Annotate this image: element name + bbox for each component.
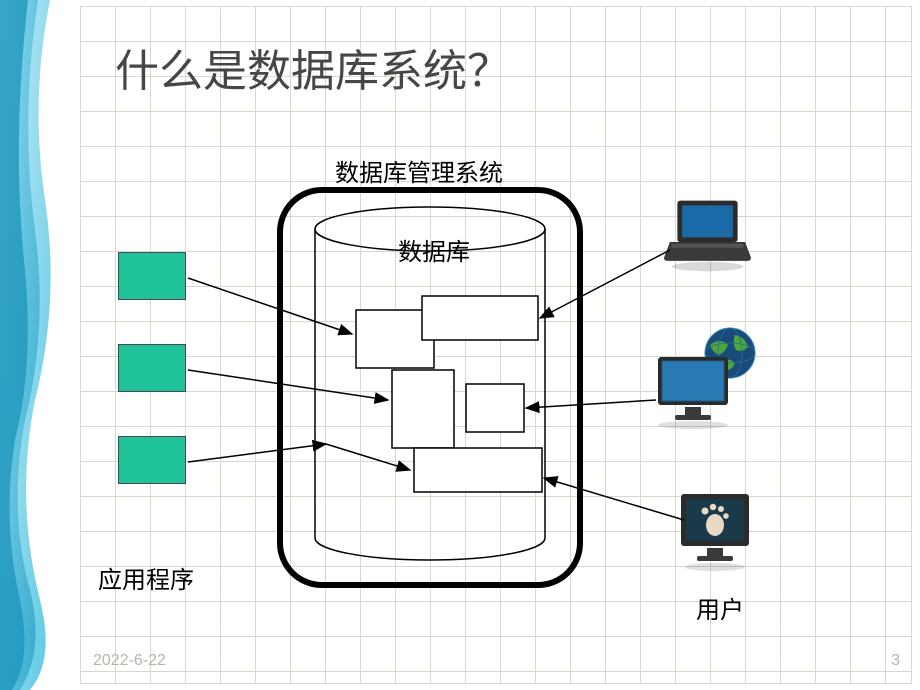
globe-monitor-icon: [650, 325, 760, 430]
slide-title: 什么是数据库系统？: [115, 35, 511, 99]
footer-page-number: 3: [891, 652, 900, 670]
desktop-icon: [675, 490, 755, 572]
dbms-label: 数据库管理系统: [335, 153, 503, 188]
application-box-1: [118, 252, 186, 300]
footer-date: 2022-6-22: [93, 652, 166, 670]
users-label: 用户: [696, 590, 744, 625]
wave-decoration: [0, 0, 75, 690]
applications-label: 应用程序: [98, 560, 194, 595]
application-box-3: [118, 436, 186, 484]
grid-background: [80, 6, 912, 684]
application-box-2: [118, 344, 186, 392]
database-label: 数据库: [398, 232, 470, 267]
laptop-icon: [660, 195, 755, 275]
